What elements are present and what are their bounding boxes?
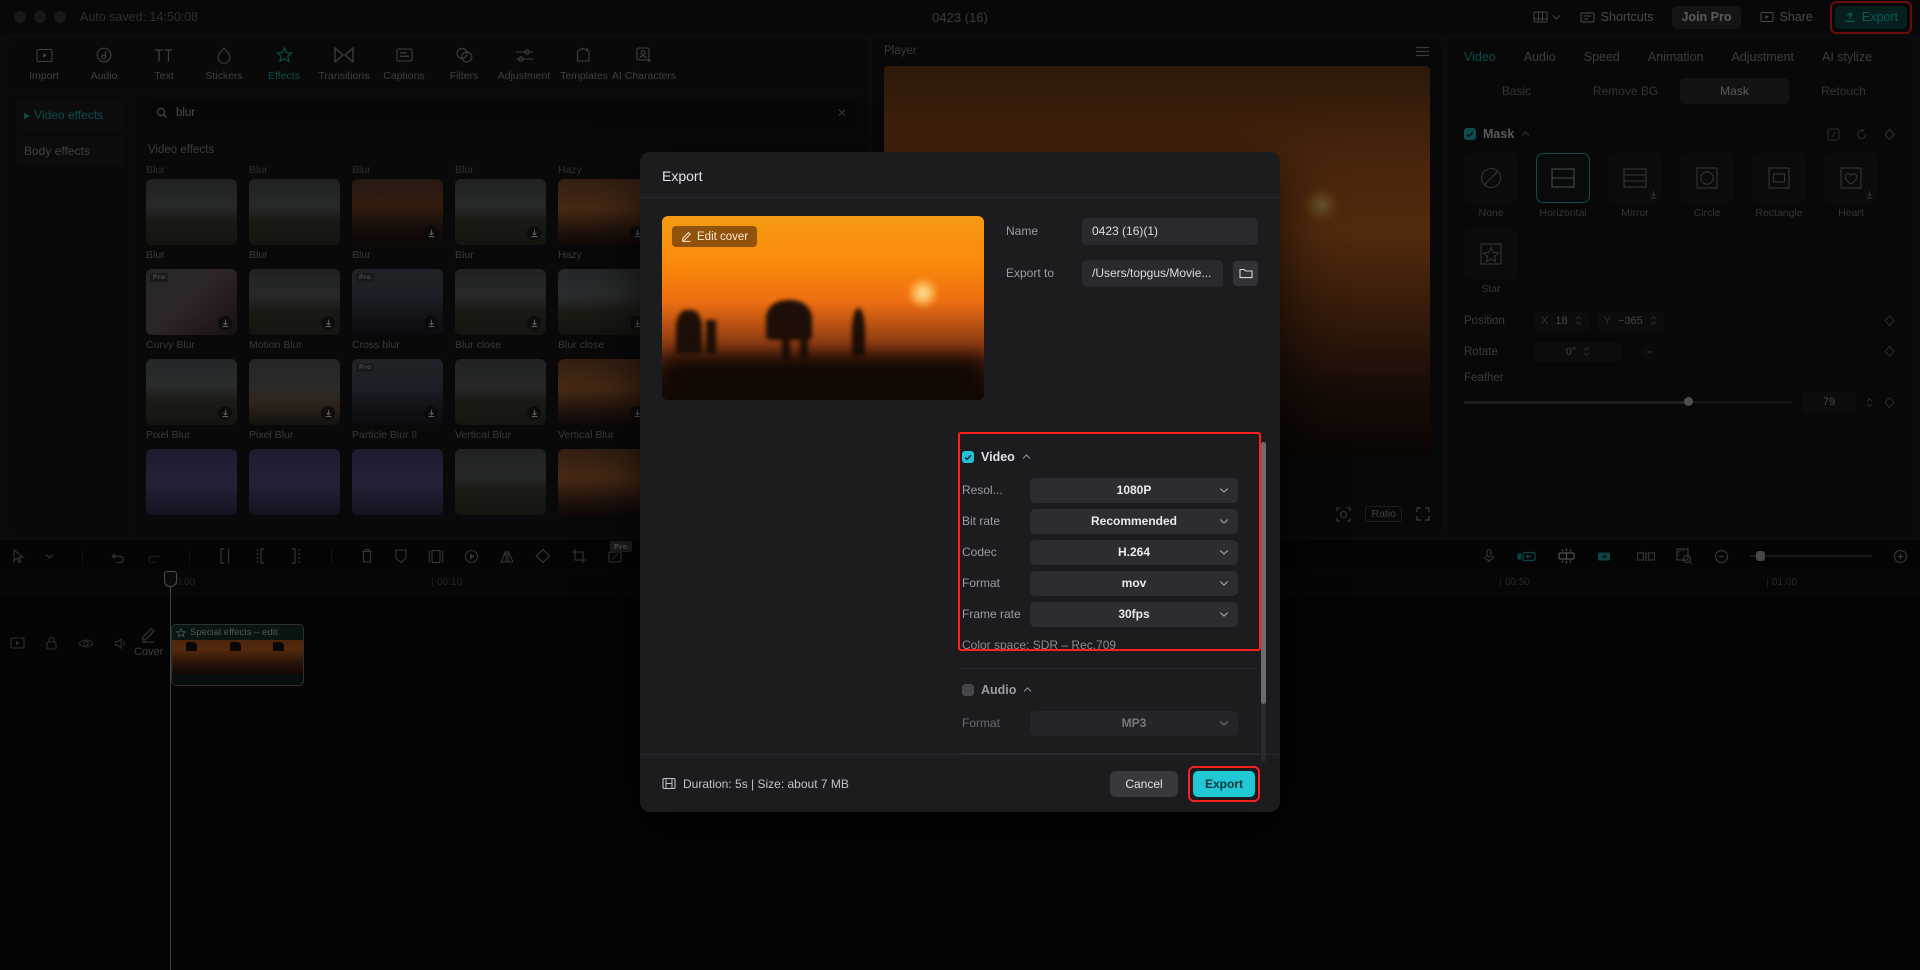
chevron-down-icon [1219,720,1229,726]
export-dialog-footer: Duration: 5s | Size: about 7 MB Cancel E… [640,754,1280,812]
row-select[interactable]: mov [1030,570,1238,596]
row-label: Resol... [962,483,1003,497]
row-select[interactable]: MP3 [1030,710,1238,736]
video-row-codec: Codec H.264 [962,538,1258,566]
chevron-down-icon [1219,487,1229,493]
row-select[interactable]: 1080P [1030,477,1238,503]
scrollbar-thumb[interactable] [1261,442,1266,704]
video-row-format: Format mov [962,569,1258,597]
name-input[interactable]: 0423 (16)(1) [1082,217,1258,245]
export-confirm-button[interactable]: Export [1193,770,1255,797]
film-icon [662,777,676,790]
video-group-title: Video [981,450,1015,464]
row-value: mov [1121,576,1147,590]
edit-cover-button[interactable]: Edit cover [672,226,758,247]
export-dialog-title: Export [662,168,703,184]
row-value: 1080P [1116,483,1152,497]
chevron-down-icon [1219,611,1229,617]
settings-scrollbar[interactable] [1261,442,1266,762]
export-to-row: Export to /Users/topgus/Movie... [1006,258,1258,288]
cover-preview[interactable]: Edit cover [662,216,984,400]
edit-pencil-icon [681,231,692,242]
export-info-text: Duration: 5s | Size: about 7 MB [683,776,849,791]
export-settings: Video Resol... 1080P Bit rate Recommended Cod… [962,450,1258,754]
cover-silhouette [800,326,808,360]
chevron-down-icon [1219,580,1229,586]
export-confirm-highlight: Export [1188,765,1260,802]
export-settings-scroll[interactable]: Video Resol... 1080P Bit rate Recommended Cod… [962,436,1258,754]
export-dialog-body: Edit cover Name 0423 (16)(1) Export to /… [640,198,1280,762]
name-value: 0423 (16)(1) [1092,224,1159,238]
audio-group-header: Audio [962,683,1258,697]
row-label: Format [962,716,1001,730]
row-label: Codec [962,545,997,559]
cover-silhouette [852,308,865,356]
name-row: Name 0423 (16)(1) [1006,216,1258,246]
collapse-icon[interactable] [1022,454,1031,460]
export-path-input[interactable]: /Users/topgus/Movie... [1082,259,1223,287]
row-label: Frame rate [962,607,1021,621]
video-row-framerate: Frame rate 30fps [962,600,1258,628]
audio-enable-checkbox[interactable] [962,684,974,696]
cover-silhouette [706,320,716,354]
video-enable-checkbox[interactable] [962,451,974,463]
cover-silhouette [676,310,702,354]
color-space-info: Color space: SDR – Rec.709 [962,638,1117,652]
chevron-down-icon [1219,549,1229,555]
audio-group-title: Audio [981,683,1017,697]
divider [962,753,1258,754]
cover-ground [662,356,984,400]
folder-icon [1238,267,1253,279]
cover-sun [908,278,938,308]
row-value: MP3 [1121,716,1147,730]
export-dialog: Export Edit cover Name 0423 (16)(1) Expo… [640,152,1280,812]
audio-row-format: Format MP3 [962,709,1258,737]
video-row-bitrate: Bit rate Recommended [962,507,1258,535]
row-value: Recommended [1090,514,1178,528]
edit-cover-label: Edit cover [697,230,749,243]
settings-group-audio: Audio Format MP3 [962,683,1258,754]
export-path-value: /Users/topgus/Movie... [1092,266,1212,280]
collapse-icon[interactable] [1023,687,1032,693]
row-label: Bit rate [962,514,1001,528]
settings-group-video: Video Resol... 1080P Bit rate Recommended Cod… [962,450,1258,669]
cancel-button[interactable]: Cancel [1110,770,1178,797]
row-select[interactable]: 30fps [1030,601,1238,627]
cover-silhouette [782,326,790,360]
row-label: Format [962,576,1001,590]
export-info: Duration: 5s | Size: about 7 MB [662,777,849,791]
row-value: H.264 [1117,545,1151,559]
row-value: 30fps [1118,607,1150,621]
row-select[interactable]: Recommended [1030,508,1238,534]
browse-folder-button[interactable] [1233,260,1258,286]
video-group-header: Video [962,450,1258,464]
chevron-down-icon [1219,518,1229,524]
divider [962,668,1258,669]
name-label: Name [1006,224,1039,238]
video-row-resol: Resol... 1080P [962,476,1258,504]
row-select[interactable]: H.264 [1030,539,1238,565]
export-to-label: Export to [1006,266,1055,280]
